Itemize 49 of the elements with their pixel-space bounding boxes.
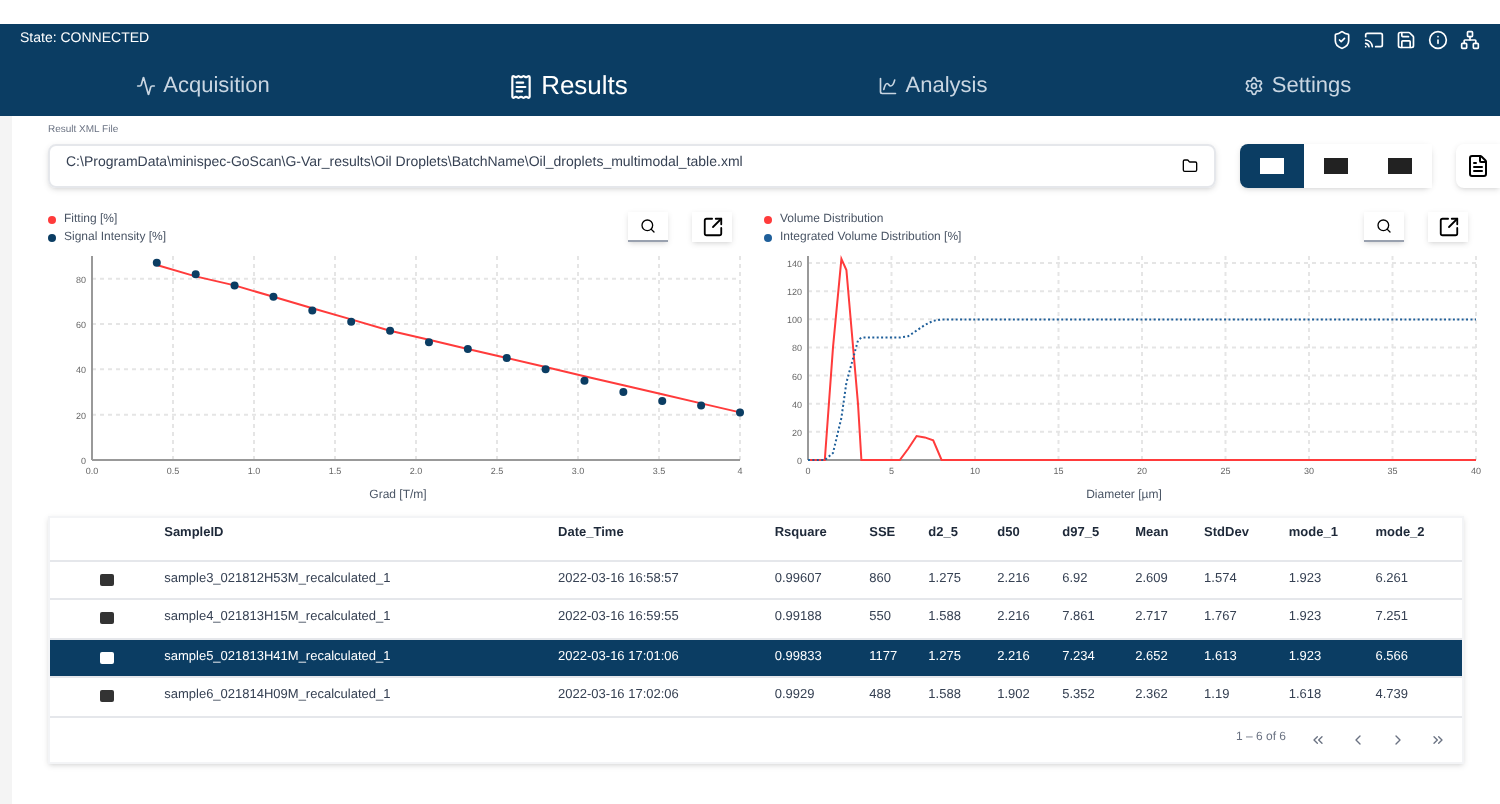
layout-toggle[interactable] [1304, 143, 1368, 187]
point [619, 387, 628, 395]
tab-icon [135, 76, 156, 96]
point [230, 280, 239, 289]
tab-icon [1243, 76, 1264, 96]
point [541, 364, 550, 373]
nav-tab[interactable]: Acquisition [135, 69, 270, 103]
zoom-button[interactable] [628, 211, 668, 241]
first-page-icon[interactable] [1310, 731, 1326, 747]
info-icon[interactable] [1428, 30, 1448, 50]
layout-icon [1260, 157, 1284, 173]
nav-tab[interactable]: Results [507, 66, 628, 106]
nav-tab[interactable]: Settings [1243, 69, 1352, 103]
point [424, 337, 433, 346]
save-icon[interactable] [1396, 30, 1416, 50]
point [152, 257, 161, 266]
point [347, 316, 356, 325]
cast-icon[interactable] [1364, 30, 1384, 50]
layout-toggle[interactable] [1240, 143, 1304, 187]
shield-icon[interactable] [1332, 30, 1352, 50]
point [736, 407, 744, 416]
search-icon [1376, 217, 1392, 233]
pdf-icon [1466, 153, 1490, 177]
tab-icon [507, 73, 534, 99]
point [308, 305, 317, 314]
nav-tab[interactable]: Analysis [877, 69, 988, 103]
point [191, 269, 200, 278]
point [269, 291, 278, 300]
external-link-icon [1437, 215, 1459, 237]
external-link-icon [701, 215, 723, 237]
open-external-button[interactable] [692, 211, 732, 241]
previous-page-icon[interactable] [1350, 731, 1366, 747]
point [697, 400, 706, 409]
network-icon[interactable] [1460, 30, 1480, 50]
folder-icon[interactable] [1182, 157, 1198, 173]
layout-toggle[interactable] [1368, 143, 1432, 187]
tab-icon [877, 76, 898, 96]
point [386, 325, 395, 334]
zoom-button[interactable] [1364, 211, 1404, 241]
open-external-button[interactable] [1428, 211, 1468, 241]
last-page-icon[interactable] [1430, 731, 1446, 747]
point [658, 396, 667, 405]
point [502, 353, 511, 361]
point [580, 375, 589, 384]
search-icon [640, 217, 656, 233]
pdf-button[interactable] [1456, 143, 1500, 187]
next-page-icon[interactable] [1390, 731, 1406, 747]
layout-icon [1388, 157, 1412, 173]
layout-icon [1324, 157, 1348, 173]
